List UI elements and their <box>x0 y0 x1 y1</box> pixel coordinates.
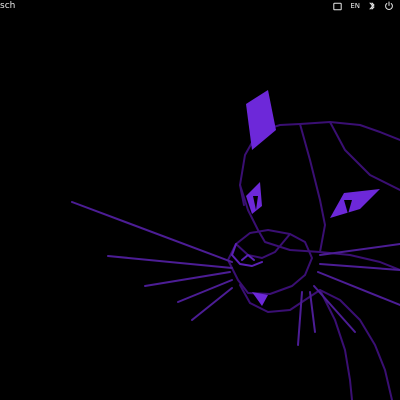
power-icon[interactable] <box>384 0 394 12</box>
panther-wallpaper <box>0 12 400 400</box>
keyboard-layout-label: EN <box>350 2 360 10</box>
top-panel: sch EN <box>0 0 400 12</box>
keyboard-layout-indicator[interactable]: EN <box>350 0 360 12</box>
system-tray: EN <box>333 0 394 12</box>
bluetooth-icon[interactable] <box>368 0 376 12</box>
desktop-wallpaper <box>0 12 400 400</box>
top-panel-left: sch <box>0 0 15 12</box>
active-app-title[interactable]: sch <box>0 0 15 12</box>
window-icon[interactable] <box>333 0 343 12</box>
